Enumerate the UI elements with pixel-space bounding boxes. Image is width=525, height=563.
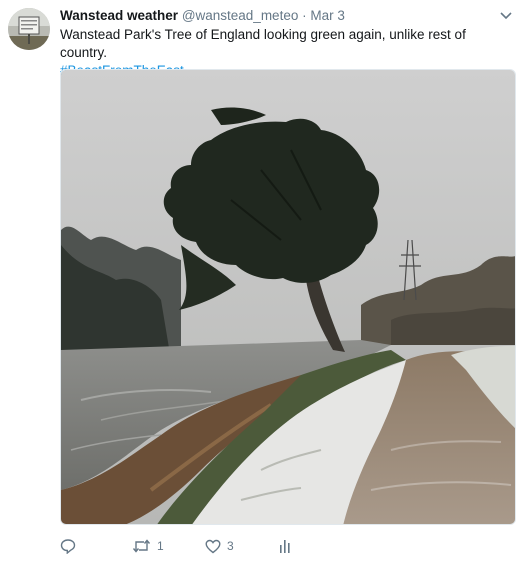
display-name[interactable]: Wanstead weather <box>60 8 178 23</box>
avatar-image <box>8 8 50 50</box>
retweet-button[interactable]: 1 <box>132 536 164 556</box>
like-count: 3 <box>227 539 234 553</box>
reply-button[interactable] <box>60 536 76 556</box>
like-button[interactable]: 3 <box>205 536 234 556</box>
separator: · <box>302 8 307 23</box>
chevron-down-icon[interactable] <box>499 11 513 21</box>
user-handle[interactable]: @wanstead_meteo <box>182 8 299 23</box>
tweet-photo[interactable] <box>60 69 516 525</box>
heart-icon <box>205 539 221 553</box>
reply-icon <box>60 539 76 554</box>
tweet-header: Wanstead weather @wanstead_meteo · Mar 3 <box>60 7 495 25</box>
photo-scene <box>61 70 515 524</box>
analytics-button[interactable] <box>278 536 292 556</box>
retweet-icon <box>132 539 151 553</box>
tweet-actions: 1 3 <box>60 536 360 556</box>
tweet-date[interactable]: Mar 3 <box>310 8 345 23</box>
tweet-text: Wanstead Park's Tree of England looking … <box>60 27 466 60</box>
tweet: Wanstead weather @wanstead_meteo · Mar 3… <box>0 0 525 563</box>
analytics-icon <box>280 540 290 553</box>
avatar[interactable] <box>8 8 50 50</box>
retweet-count: 1 <box>157 539 164 553</box>
